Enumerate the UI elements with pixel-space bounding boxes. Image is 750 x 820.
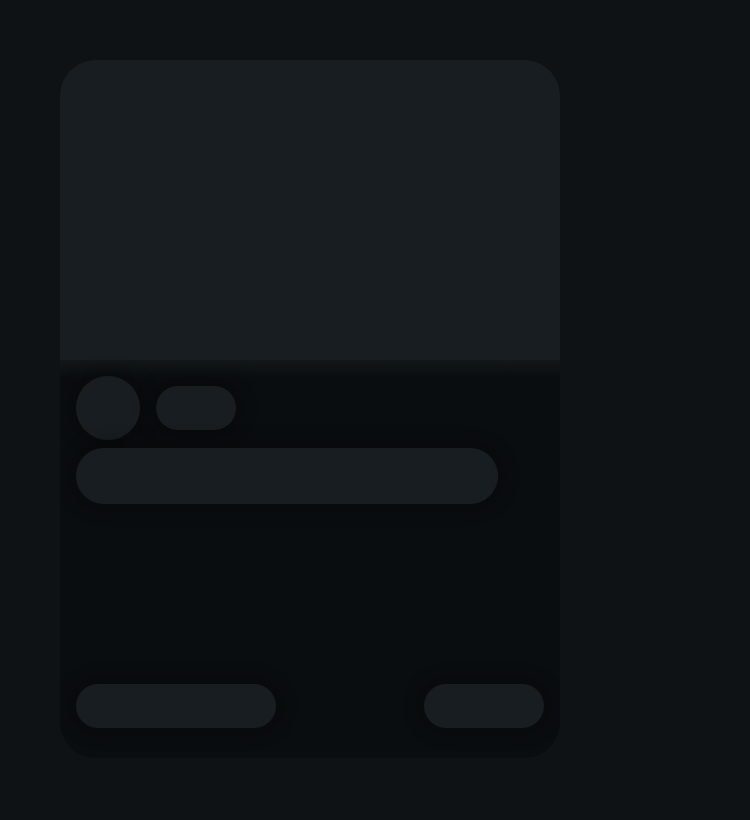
tag-placeholder [156, 386, 236, 430]
secondary-action-placeholder [424, 684, 544, 728]
primary-action-placeholder [76, 684, 276, 728]
media-placeholder [60, 60, 560, 360]
title-placeholder [76, 448, 498, 504]
media-divider [60, 360, 560, 378]
skeleton-card [60, 60, 560, 758]
avatar-placeholder [76, 376, 140, 440]
